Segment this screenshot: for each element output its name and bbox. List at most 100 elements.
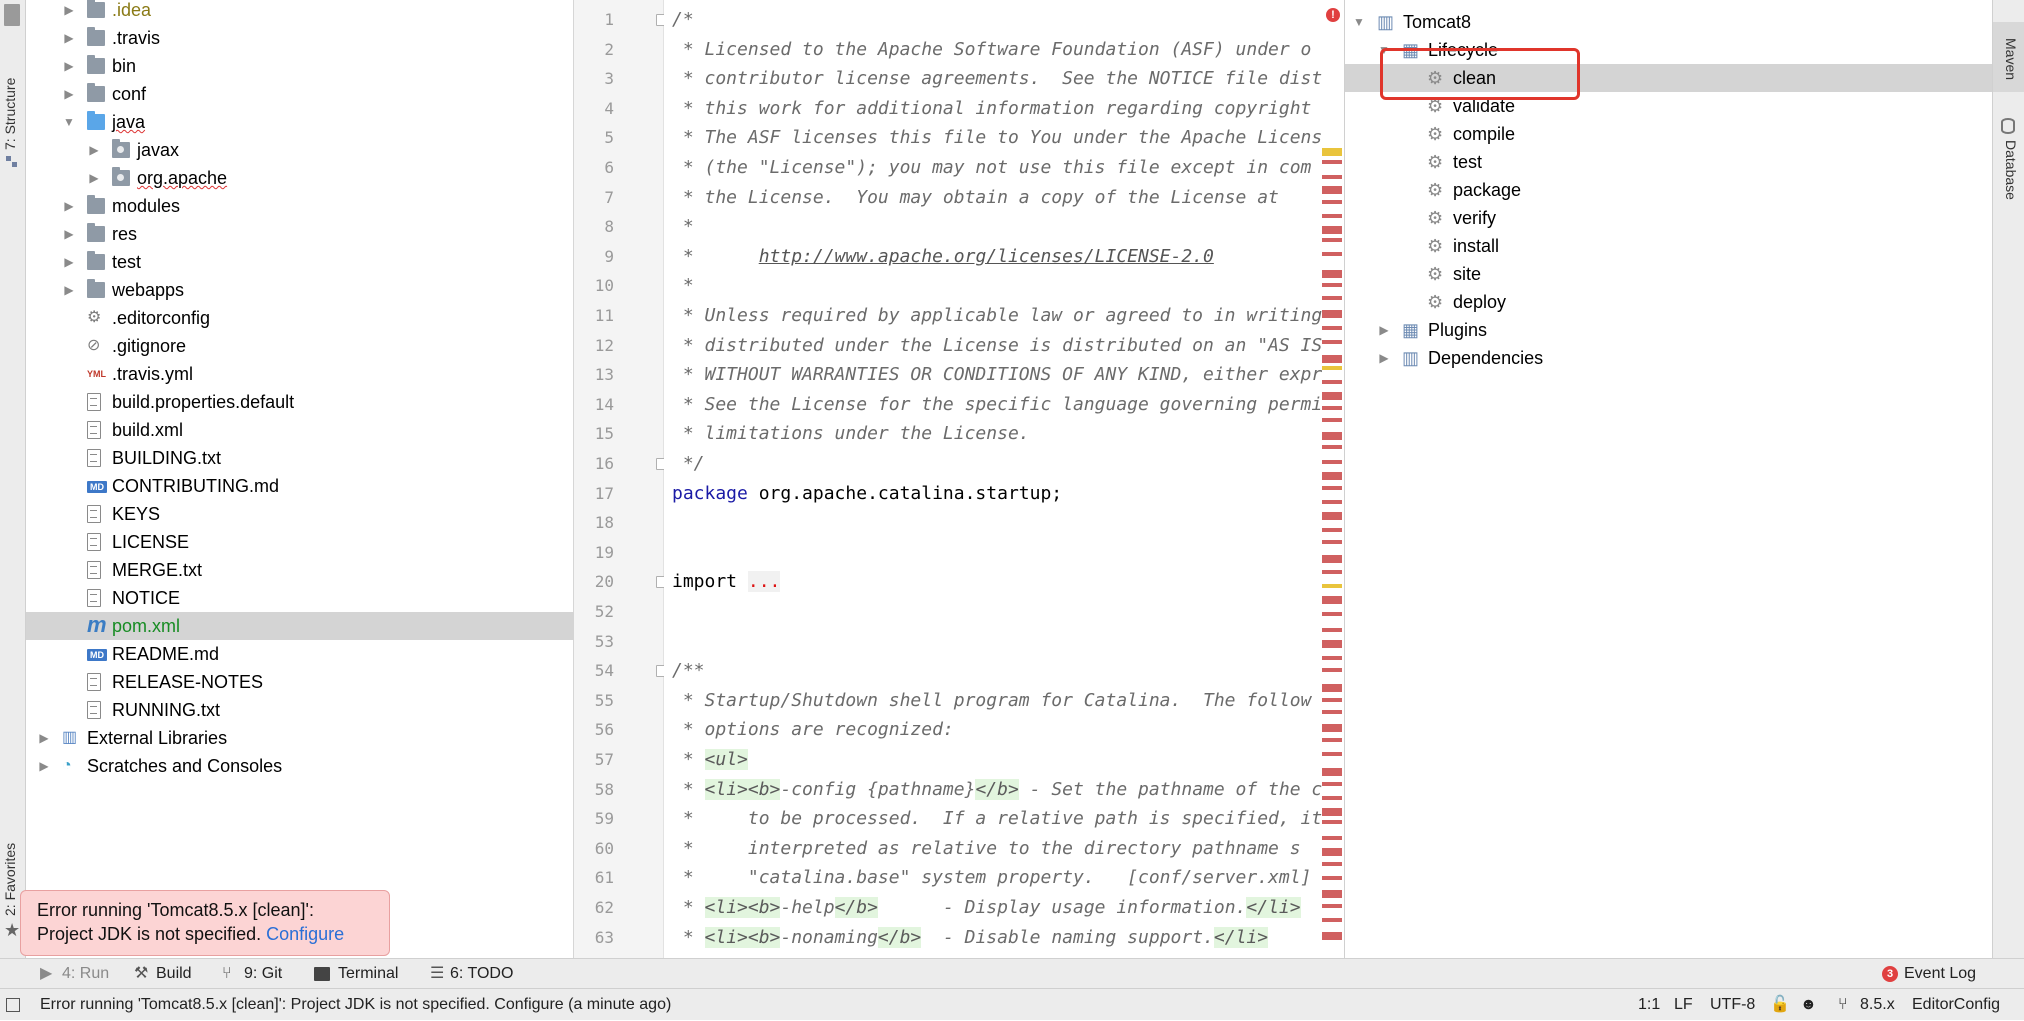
error-marker[interactable] bbox=[1322, 418, 1342, 422]
git-tab[interactable]: 9: Git bbox=[244, 959, 282, 989]
tree-item[interactable]: MD README.md bbox=[26, 640, 574, 668]
line-separator[interactable]: LF bbox=[1674, 989, 1693, 1021]
maven-node[interactable]: ▼ ▥ Tomcat8 bbox=[1345, 8, 1993, 36]
error-marker[interactable] bbox=[1322, 628, 1342, 632]
error-marker[interactable] bbox=[1322, 932, 1342, 940]
error-marker[interactable] bbox=[1322, 252, 1342, 256]
chevron-right-icon[interactable]: ▶ bbox=[61, 192, 77, 220]
error-marker[interactable] bbox=[1322, 710, 1342, 714]
error-marker[interactable] bbox=[1322, 752, 1342, 756]
error-marker[interactable] bbox=[1322, 200, 1342, 204]
error-marker[interactable] bbox=[1322, 432, 1342, 440]
error-marker[interactable] bbox=[1322, 876, 1342, 880]
error-marker[interactable] bbox=[1322, 160, 1342, 164]
tree-item[interactable]: MERGE.txt bbox=[26, 556, 574, 584]
chevron-right-icon[interactable]: ▶ bbox=[36, 724, 52, 752]
tree-item[interactable]: ▶ modules bbox=[26, 192, 574, 220]
tree-item[interactable]: ▶ res bbox=[26, 220, 574, 248]
tree-item[interactable]: m pom.xml bbox=[26, 612, 574, 640]
file-encoding[interactable]: UTF-8 bbox=[1710, 989, 1755, 1021]
error-marker[interactable] bbox=[1322, 380, 1342, 384]
chevron-right-icon[interactable]: ▶ bbox=[86, 164, 102, 192]
tree-item[interactable]: ▼ java bbox=[26, 108, 574, 136]
error-marker[interactable] bbox=[1322, 862, 1342, 866]
todo-tab[interactable]: 6: TODO bbox=[450, 959, 513, 989]
chevron-right-icon[interactable]: ▶ bbox=[61, 52, 77, 80]
editorconfig-status[interactable]: EditorConfig bbox=[1912, 989, 2000, 1021]
error-marker[interactable] bbox=[1322, 684, 1342, 692]
chevron-right-icon[interactable]: ▶ bbox=[1376, 316, 1392, 344]
maven-node[interactable]: ▶ ▥ Dependencies bbox=[1345, 344, 1993, 372]
tree-item[interactable]: ▶ conf bbox=[26, 80, 574, 108]
tree-item[interactable]: LICENSE bbox=[26, 528, 574, 556]
error-marker[interactable] bbox=[1322, 528, 1342, 532]
chevron-right-icon[interactable]: ▶ bbox=[61, 248, 77, 276]
error-marker[interactable] bbox=[1322, 366, 1342, 370]
error-marker[interactable] bbox=[1322, 406, 1342, 410]
error-marker[interactable] bbox=[1322, 296, 1342, 300]
tree-item[interactable]: RELEASE-NOTES bbox=[26, 668, 574, 696]
chevron-right-icon[interactable]: ▶ bbox=[61, 24, 77, 52]
error-marker[interactable] bbox=[1322, 326, 1342, 330]
tree-item[interactable]: ▶ ◔ Scratches and Consoles bbox=[26, 752, 574, 780]
error-marker[interactable] bbox=[1322, 270, 1342, 278]
error-marker[interactable] bbox=[1322, 768, 1342, 776]
tree-item[interactable]: BUILDING.txt bbox=[26, 444, 574, 472]
code-editor[interactable]: /* * Licensed to the Apache Software Fou… bbox=[664, 0, 1324, 958]
tree-item[interactable]: ▶ org.apache bbox=[26, 164, 574, 192]
chevron-right-icon[interactable]: ▶ bbox=[86, 136, 102, 164]
error-marker[interactable] bbox=[1322, 340, 1342, 344]
tree-item[interactable]: ▶ test bbox=[26, 248, 574, 276]
caret-position[interactable]: 1:1 bbox=[1638, 989, 1660, 1021]
chevron-right-icon[interactable]: ▶ bbox=[1376, 344, 1392, 372]
tree-item[interactable]: ▶ webapps bbox=[26, 276, 574, 304]
chevron-down-icon[interactable]: ▼ bbox=[61, 108, 77, 136]
error-marker[interactable] bbox=[1322, 668, 1342, 672]
error-stripe[interactable] bbox=[1322, 0, 1342, 958]
error-marker[interactable] bbox=[1322, 214, 1342, 218]
maven-node[interactable]: ▶ ▦ Plugins bbox=[1345, 316, 1993, 344]
chevron-right-icon[interactable]: ▶ bbox=[61, 80, 77, 108]
chevron-right-icon[interactable]: ▶ bbox=[61, 276, 77, 304]
error-marker[interactable] bbox=[1322, 175, 1342, 179]
terminal-tab[interactable]: Terminal bbox=[338, 959, 398, 989]
event-log-tab[interactable]: Event Log bbox=[1904, 959, 1976, 989]
error-marker[interactable] bbox=[1322, 890, 1342, 898]
error-notification-balloon[interactable]: Error running 'Tomcat8.5.x [clean]': Pro… bbox=[20, 890, 390, 956]
error-marker[interactable] bbox=[1322, 570, 1342, 574]
error-marker[interactable] bbox=[1322, 283, 1342, 287]
error-marker[interactable] bbox=[1322, 238, 1342, 242]
maven-goal[interactable]: ⚙ install bbox=[1345, 232, 1993, 260]
chevron-right-icon[interactable]: ▶ bbox=[36, 752, 52, 780]
maven-goal[interactable]: ⚙ deploy bbox=[1345, 288, 1993, 316]
folded-imports[interactable]: ... bbox=[747, 571, 781, 593]
tree-item[interactable]: ▶ bin bbox=[26, 52, 574, 80]
error-marker[interactable] bbox=[1322, 918, 1342, 922]
maven-goal[interactable]: ⚙ verify bbox=[1345, 204, 1993, 232]
error-marker[interactable] bbox=[1322, 445, 1342, 449]
git-branch[interactable]: 8.5.x bbox=[1860, 989, 1895, 1021]
structure-tab[interactable]: 7: Structure bbox=[2, 78, 18, 150]
tree-item[interactable]: build.properties.default bbox=[26, 388, 574, 416]
tree-item[interactable]: ▶ ▥ External Libraries bbox=[26, 724, 574, 752]
error-marker[interactable] bbox=[1322, 555, 1342, 563]
error-marker[interactable] bbox=[1322, 310, 1342, 318]
tree-item[interactable]: YML .travis.yml bbox=[26, 360, 574, 388]
tree-item[interactable]: ▶ .idea bbox=[26, 0, 574, 24]
configure-link[interactable]: Configure bbox=[266, 924, 344, 944]
database-tab[interactable]: Database bbox=[2003, 140, 2019, 200]
chevron-right-icon[interactable]: ▶ bbox=[61, 0, 77, 24]
tree-item[interactable]: build.xml bbox=[26, 416, 574, 444]
error-marker[interactable] bbox=[1322, 848, 1342, 856]
maven-goal[interactable]: ⚙ compile bbox=[1345, 120, 1993, 148]
error-marker[interactable] bbox=[1322, 512, 1342, 520]
error-marker[interactable] bbox=[1322, 656, 1342, 660]
maven-goal[interactable]: ⚙ package bbox=[1345, 176, 1993, 204]
license-link[interactable]: http://www.apache.org/licenses/LICENSE-2… bbox=[759, 246, 1214, 267]
tool-windows-icon[interactable] bbox=[6, 998, 20, 1012]
error-marker[interactable] bbox=[1322, 698, 1342, 702]
error-marker[interactable] bbox=[1322, 796, 1342, 800]
error-marker[interactable] bbox=[1322, 612, 1342, 616]
lock-icon[interactable]: 🔓 bbox=[1770, 989, 1790, 1021]
error-marker[interactable] bbox=[1322, 808, 1342, 816]
